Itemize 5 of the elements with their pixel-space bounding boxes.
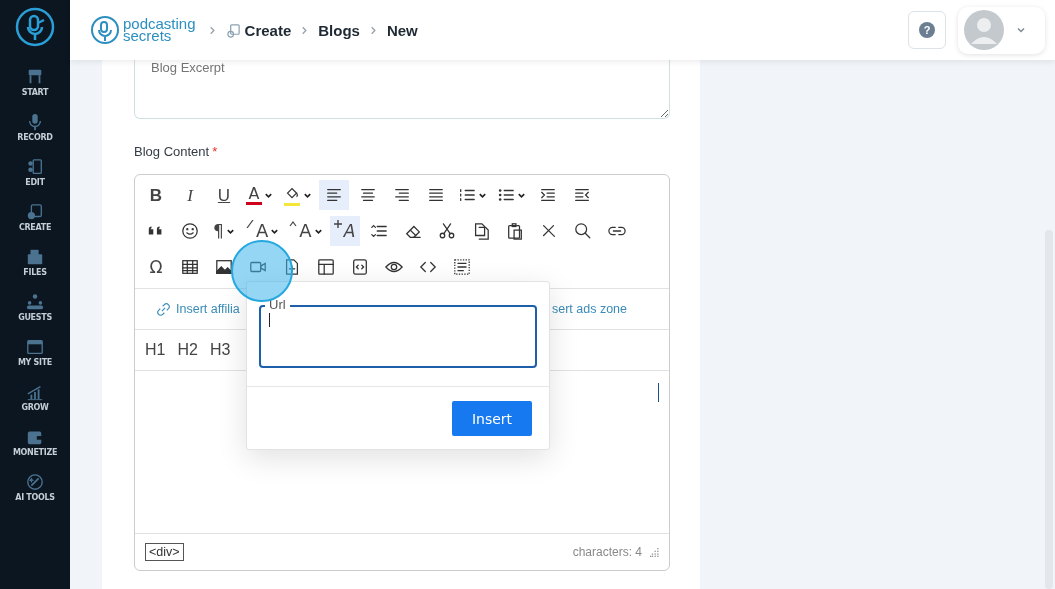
character-count: characters: 4 xyxy=(572,545,642,559)
field-label: Blog Content xyxy=(134,144,210,159)
required-mark: * xyxy=(212,144,218,159)
logo-text: podcasting secrets xyxy=(123,18,196,42)
field-label: Url xyxy=(265,297,290,312)
